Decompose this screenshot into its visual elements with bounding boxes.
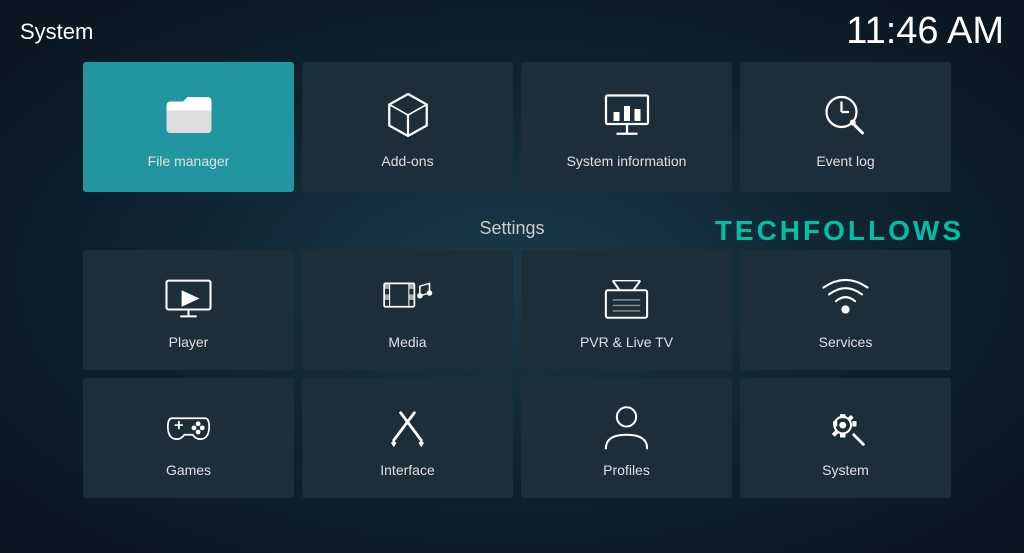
tile-services-label: Services [819,334,873,350]
tile-games[interactable]: Games [83,378,294,498]
tile-player-label: Player [169,334,209,350]
tile-add-ons[interactable]: Add-ons [302,62,513,192]
tile-interface[interactable]: Interface [302,378,513,498]
tile-event-log[interactable]: Event log [740,62,951,192]
interface-icon [380,399,435,454]
tile-system[interactable]: System [740,378,951,498]
clock: 11:46 AM [846,10,1004,53]
settings-grid: Player Media [83,250,951,498]
settings-label: Settings [0,218,1024,239]
addons-icon [378,85,438,145]
top-row: File manager Add-ons System information [83,62,951,192]
tile-system-information-label: System information [567,153,687,169]
tile-system-information[interactable]: System information [521,62,732,192]
tile-system-label: System [822,462,869,478]
tile-profiles-label: Profiles [603,462,650,478]
tile-add-ons-label: Add-ons [381,153,433,169]
event-log-icon [816,85,876,145]
pvr-icon [599,271,654,326]
tile-services[interactable]: Services [740,250,951,370]
tile-games-label: Games [166,462,211,478]
games-icon [161,399,216,454]
header: System 11:46 AM [0,0,1024,63]
tile-event-log-label: Event log [816,153,874,169]
tile-pvr-live-tv-label: PVR & Live TV [580,334,673,350]
tile-interface-label: Interface [380,462,434,478]
page-title: System [20,19,93,45]
profiles-icon [599,399,654,454]
player-icon [161,271,216,326]
tile-file-manager-label: File manager [148,153,230,169]
folder-icon [159,85,219,145]
system-icon [818,399,873,454]
tile-media-label: Media [388,334,426,350]
services-icon [818,271,873,326]
media-icon [380,271,435,326]
tile-player[interactable]: Player [83,250,294,370]
tile-file-manager[interactable]: File manager [83,62,294,192]
tile-media[interactable]: Media [302,250,513,370]
system-info-icon [597,85,657,145]
tile-pvr-live-tv[interactable]: PVR & Live TV [521,250,732,370]
tile-profiles[interactable]: Profiles [521,378,732,498]
